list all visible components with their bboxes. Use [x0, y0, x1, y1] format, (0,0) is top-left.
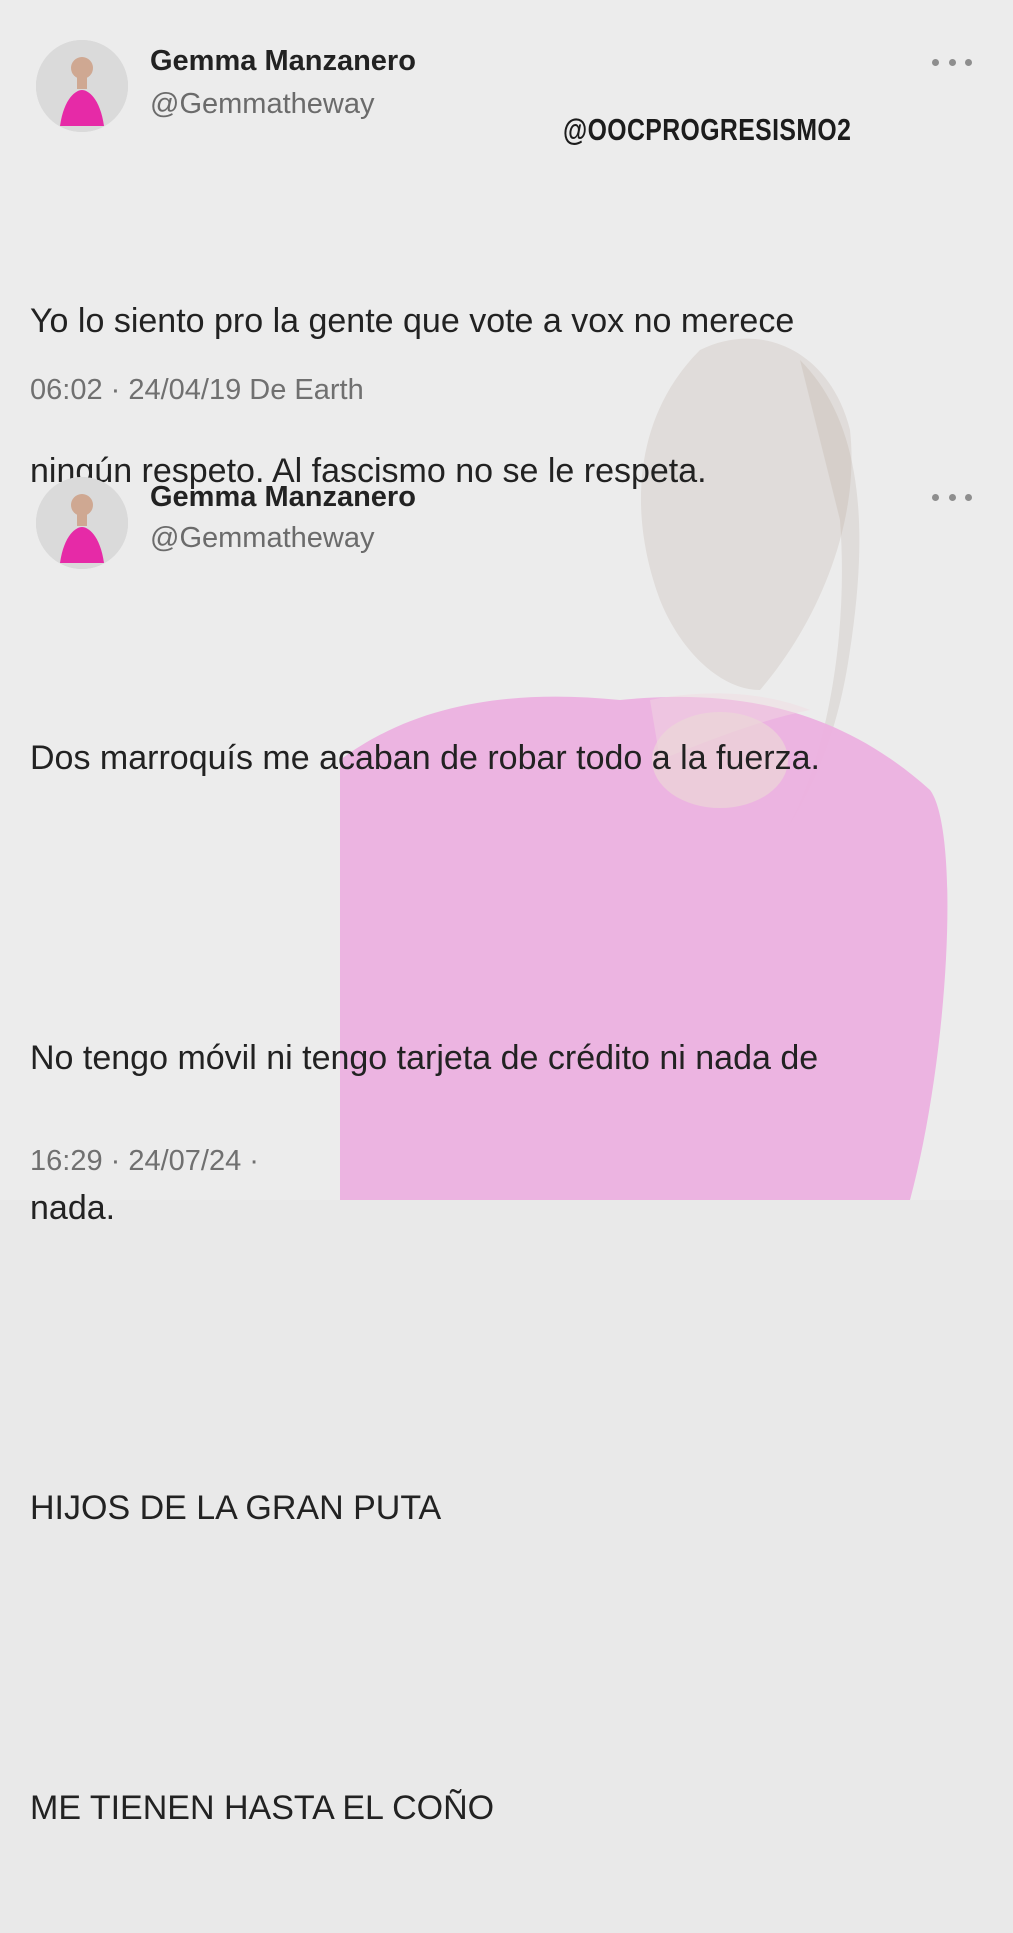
tweet-paragraph: ME TIENEN HASTA EL COÑO: [30, 1789, 495, 1827]
profile-avatar[interactable]: [36, 40, 128, 132]
author-name[interactable]: Gemma Manzanero: [150, 481, 416, 514]
tweet-timestamp[interactable]: 06:02 · 24/04/19 De Earth: [30, 374, 364, 407]
watermark: @OOCPROGRESISMO2: [563, 112, 852, 147]
composite-screenshot: Gemma Manzanero @Gemmatheway @OOCPROGRES…: [0, 0, 1013, 1827]
more-horizontal-icon[interactable]: [932, 52, 972, 72]
author-handle[interactable]: @Gemmatheway: [150, 88, 374, 121]
tweet-text: Dos marroquís me acaban de robar todo a …: [30, 633, 980, 1933]
author-name[interactable]: Gemma Manzanero: [150, 45, 416, 78]
tweet-timestamp[interactable]: 16:29 · 24/07/24 ·: [30, 1145, 259, 1178]
tweet-paragraph: nada.: [30, 1189, 116, 1227]
author-handle[interactable]: @Gemmatheway: [150, 522, 374, 555]
tweet-paragraph: Dos marroquís me acaban de robar todo a …: [30, 739, 820, 777]
profile-avatar[interactable]: [36, 477, 128, 569]
tweet-paragraph: No tengo móvil ni tengo tarjeta de crédi…: [30, 1039, 819, 1077]
tweet-paragraph: HIJOS DE LA GRAN PUTA: [30, 1489, 442, 1527]
tweet-line: Yo lo siento pro la gente que vote a vox…: [30, 302, 795, 340]
more-horizontal-icon[interactable]: [932, 487, 972, 507]
